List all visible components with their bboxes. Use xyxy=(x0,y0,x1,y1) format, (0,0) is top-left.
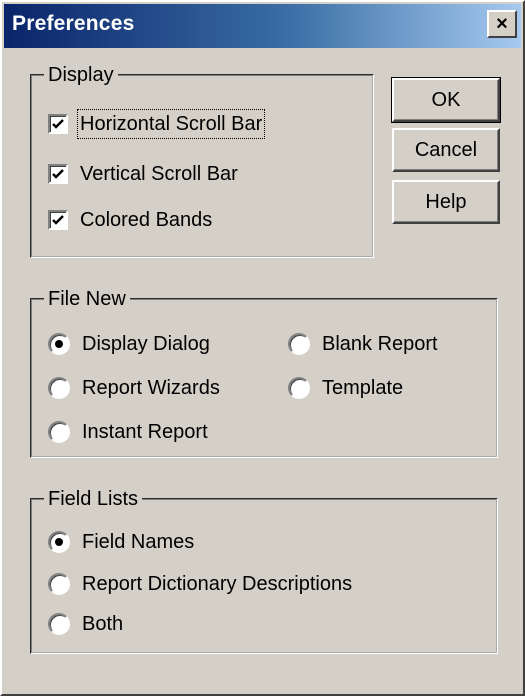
preferences-dialog: Preferences × Display Horizontal Scroll … xyxy=(0,0,525,696)
radio-label: Template xyxy=(322,377,404,399)
file-new-group: File New Display Dialog Blank Report Rep… xyxy=(30,287,498,458)
checkmark-icon xyxy=(52,215,64,225)
radio-button[interactable] xyxy=(48,573,70,595)
radio-display-dialog[interactable]: Display Dialog xyxy=(48,332,210,356)
radio-button[interactable] xyxy=(48,421,70,443)
ok-button[interactable]: OK xyxy=(391,77,501,123)
radio-label: Field Names xyxy=(82,531,195,553)
radio-label: Report Dictionary Descriptions xyxy=(82,573,353,595)
radio-button[interactable] xyxy=(48,531,70,553)
radio-label: Report Wizards xyxy=(82,377,220,399)
radio-label: Blank Report xyxy=(322,333,438,355)
vertical-scroll-bar-checkbox[interactable]: Vertical Scroll Bar xyxy=(48,162,238,186)
close-button[interactable]: × xyxy=(487,10,517,38)
checkbox-label: Vertical Scroll Bar xyxy=(80,163,238,185)
checkmark-icon xyxy=(52,169,64,179)
radio-button[interactable] xyxy=(288,377,310,399)
radio-report-wizards[interactable]: Report Wizards xyxy=(48,376,220,400)
radio-button[interactable] xyxy=(48,377,70,399)
field-lists-group: Field Lists Field Names Report Dictionar… xyxy=(30,487,498,654)
radio-both[interactable]: Both xyxy=(48,612,123,636)
radio-label: Instant Report xyxy=(82,421,208,443)
title-bar[interactable]: Preferences × xyxy=(4,4,521,48)
checkbox-box[interactable] xyxy=(48,210,68,230)
checkmark-icon xyxy=(52,119,64,129)
checkbox-box[interactable] xyxy=(48,114,68,134)
help-button[interactable]: Help xyxy=(392,180,500,224)
close-icon: × xyxy=(496,12,508,35)
checkbox-box[interactable] xyxy=(48,164,68,184)
radio-report-dictionary-descriptions[interactable]: Report Dictionary Descriptions xyxy=(48,572,352,596)
radio-button[interactable] xyxy=(48,333,70,355)
radio-instant-report[interactable]: Instant Report xyxy=(48,420,208,444)
radio-blank-report[interactable]: Blank Report xyxy=(288,332,438,356)
radio-button[interactable] xyxy=(48,613,70,635)
cancel-button[interactable]: Cancel xyxy=(392,128,500,172)
checkbox-label: Colored Bands xyxy=(80,209,213,231)
radio-label: Display Dialog xyxy=(82,333,210,355)
file-new-group-title: File New xyxy=(44,287,130,311)
radio-template[interactable]: Template xyxy=(288,376,403,400)
checkbox-label: Horizontal Scroll Bar xyxy=(76,109,266,139)
display-group-title: Display xyxy=(44,63,118,87)
horizontal-scroll-bar-checkbox[interactable]: Horizontal Scroll Bar xyxy=(48,109,266,139)
colored-bands-checkbox[interactable]: Colored Bands xyxy=(48,208,212,232)
field-lists-group-title: Field Lists xyxy=(44,487,143,511)
window-title: Preferences xyxy=(12,12,135,35)
radio-label: Both xyxy=(82,613,124,635)
display-group: Display Horizontal Scroll Bar Vertical S… xyxy=(30,63,374,258)
radio-button[interactable] xyxy=(288,333,310,355)
radio-field-names[interactable]: Field Names xyxy=(48,530,194,554)
